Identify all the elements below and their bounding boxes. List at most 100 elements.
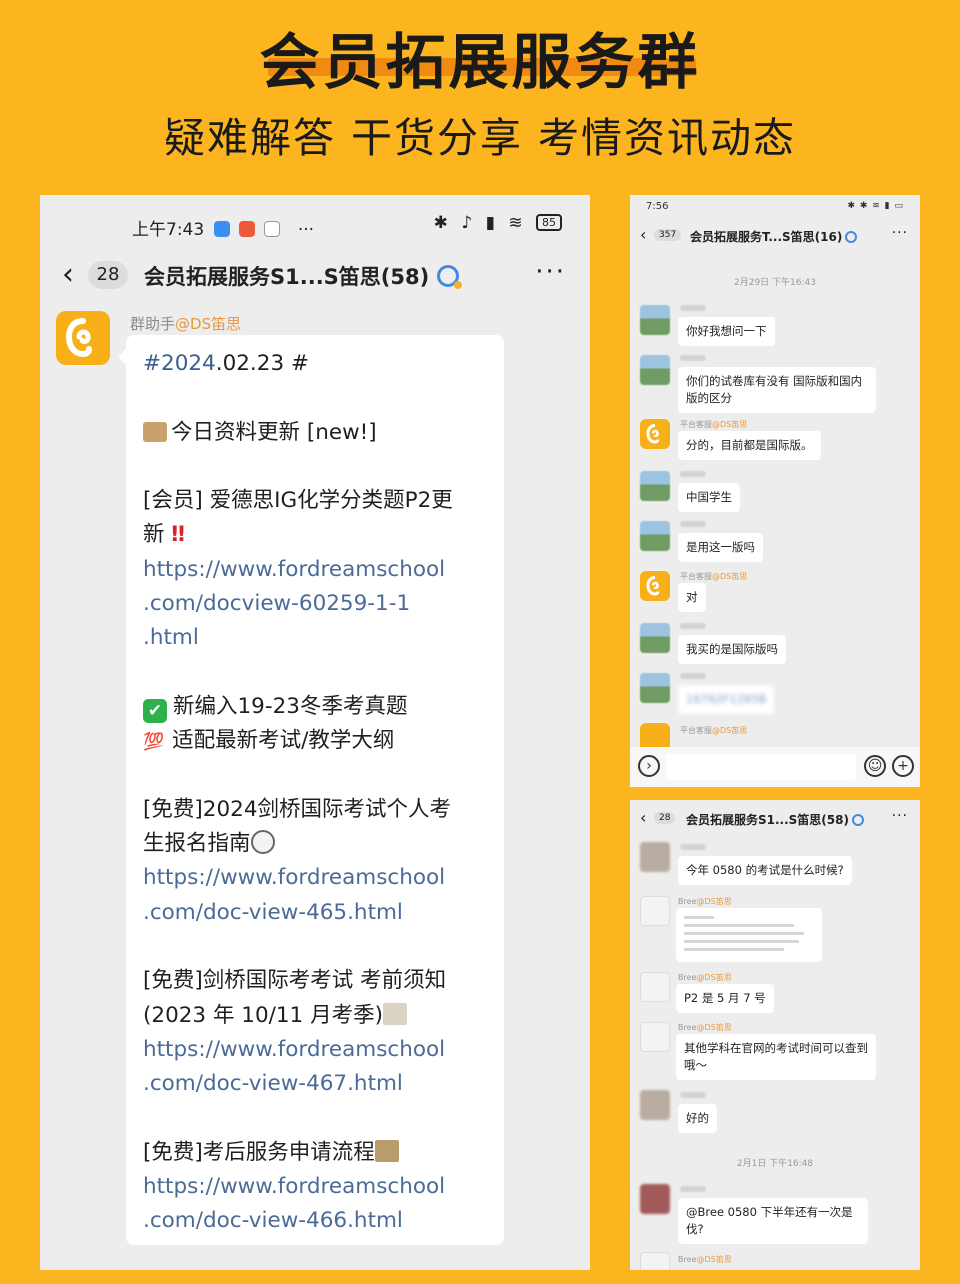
- app-notification-icon: [239, 221, 255, 237]
- item-title: [免费]考后服务申请流程: [143, 1136, 490, 1170]
- sender-name: Bree@DS笛思: [678, 973, 732, 982]
- wifi-icon: ≋: [508, 213, 527, 233]
- unread-badge: 28: [88, 261, 128, 289]
- avatar[interactable]: [640, 972, 670, 1002]
- avatar[interactable]: [640, 896, 670, 926]
- group-search-icon[interactable]: [845, 231, 858, 243]
- back-icon[interactable]: ‹: [640, 808, 646, 827]
- item-title: [免费]2024剑桥国际考试个人考: [143, 796, 451, 822]
- message-bubble[interactable]: 我买的是国际版吗: [678, 635, 786, 664]
- item-title: [会员] 爱德思IG化学分类题P2更: [143, 488, 453, 514]
- emoji-icon[interactable]: ☺: [864, 755, 886, 777]
- item-title: 生报名指南: [143, 827, 490, 861]
- update-title: 今日资料更新 [new!]: [143, 416, 490, 450]
- sender-name: [680, 623, 706, 629]
- chat-header: ‹ 28 会员拓展服务S1...S笛思(58) ···: [630, 806, 920, 830]
- avatar[interactable]: [56, 311, 110, 365]
- item-link[interactable]: .com/doc-view-466.html: [143, 1204, 490, 1238]
- plus-icon[interactable]: +: [892, 755, 914, 777]
- unread-badge: 28: [654, 812, 676, 824]
- message-bubble[interactable]: 是用这一版吗: [678, 533, 763, 562]
- status-icons: ✱ ♪ ▮ ≋ 85: [434, 213, 562, 233]
- bluetooth-icon: ✱: [433, 213, 452, 233]
- date-divider: 2月1日 下午16:48: [736, 1159, 814, 1169]
- avatar[interactable]: [640, 355, 670, 385]
- signal-icon: ▮: [485, 213, 499, 233]
- box-icon: [143, 421, 167, 442]
- avatar[interactable]: [640, 842, 670, 872]
- item-link[interactable]: .html: [143, 621, 490, 655]
- status-more-icon: ···: [297, 220, 315, 240]
- item-link[interactable]: .com/doc-view-465.html: [143, 896, 490, 930]
- status-time: 上午7:43 ···: [132, 220, 315, 240]
- avatar[interactable]: [640, 1022, 670, 1052]
- sender-name: [680, 305, 706, 311]
- sender-name: [680, 521, 706, 527]
- message-bubble[interactable]: #2024.02.23 # 今日资料更新 [new!] [会员] 爱德思IG化学…: [118, 335, 504, 1245]
- item-link[interactable]: https://www.fordreamschool: [143, 1033, 490, 1067]
- avatar[interactable]: [640, 419, 670, 449]
- sender-name: 平台客服@DS笛思: [680, 572, 748, 581]
- message-bubble[interactable]: 今年 0580 的考试是什么时候?: [678, 856, 852, 885]
- battery-icon: 85: [536, 214, 562, 231]
- avatar[interactable]: [640, 305, 670, 335]
- scroll-icon: [374, 1139, 399, 1162]
- message-bubble[interactable]: 你们的试卷库有没有 国际版和国内版的区分: [678, 367, 876, 413]
- sender-name: 群助手@DS笛思: [130, 315, 242, 333]
- ds-logo-icon: [65, 318, 92, 358]
- status-bar: 上午7:43 ··· ✱ ♪ ▮ ≋ 85: [40, 207, 590, 243]
- ds-logo-icon: [646, 424, 660, 444]
- more-options-icon[interactable]: ···: [892, 808, 908, 824]
- support-chat-screenshot: 7:56 ✱ ✱ ≋ ▮ ▭ ‹ 357 会员拓展服务T...S笛思(16) ·…: [630, 195, 920, 787]
- item-title: (2023 年 10/11 月考季): [143, 999, 490, 1033]
- message-bubble[interactable]: 对: [678, 583, 706, 612]
- page-title: 会员拓展服务群: [259, 28, 701, 98]
- more-options-icon[interactable]: ···: [892, 225, 908, 241]
- compass-icon: [250, 830, 275, 855]
- chat-title: 会员拓展服务S1...S笛思(58): [144, 261, 463, 291]
- item-link[interactable]: https://www.fordreamschool: [143, 1170, 490, 1204]
- message-bubble[interactable]: @Bree 0580 下半年还有一次是伐?: [678, 1198, 868, 1244]
- item-link[interactable]: https://www.fordreamschool: [143, 553, 490, 587]
- message-bubble[interactable]: 中国学生: [678, 483, 740, 512]
- qa-chat-screenshot: ‹ 28 会员拓展服务S1...S笛思(58) ··· 今年 0580 的考试是…: [630, 800, 920, 1270]
- back-icon[interactable]: ‹: [640, 225, 646, 244]
- back-icon[interactable]: ‹: [62, 257, 74, 292]
- avatar[interactable]: [640, 521, 670, 551]
- group-search-icon[interactable]: [437, 265, 463, 289]
- feature-line: ✔ 新编入19-23冬季考真题: [143, 690, 490, 724]
- avatar[interactable]: [640, 623, 670, 653]
- more-options-icon[interactable]: ···: [535, 257, 566, 287]
- message-bubble[interactable]: 你好我想问一下: [678, 317, 775, 346]
- item-link[interactable]: https://www.fordreamschool: [143, 861, 490, 895]
- avatar[interactable]: [640, 1184, 670, 1214]
- item-title: [免费]剑桥国际考考试 考前须知: [143, 968, 447, 994]
- avatar[interactable]: [640, 1252, 670, 1270]
- message-bubble[interactable]: 分的，目前都是国际版。: [678, 431, 821, 460]
- avatar[interactable]: [640, 673, 670, 703]
- avatar[interactable]: [640, 471, 670, 501]
- message-bubble[interactable]: 其他学科在官网的考试时间可以查到哦～: [676, 1034, 876, 1080]
- avatar[interactable]: [640, 571, 670, 601]
- message-bubble[interactable]: 16762F1285B: [678, 685, 775, 714]
- sender-name: [680, 471, 706, 477]
- message-bubble[interactable]: P2 是 5 月 7 号: [676, 984, 774, 1013]
- image-attachment[interactable]: [676, 908, 822, 962]
- message-input[interactable]: [666, 754, 856, 780]
- sender-name: Bree@DS笛思: [678, 897, 732, 906]
- avatar[interactable]: [640, 1090, 670, 1120]
- voice-icon[interactable]: ›: [638, 755, 660, 777]
- sender-name: [680, 844, 706, 850]
- app-notification-icon: [213, 221, 230, 237]
- unread-badge: 357: [654, 229, 682, 241]
- exclamation-icon: ‼: [171, 522, 185, 548]
- item-link[interactable]: .com/docview-60259-1-1: [143, 587, 490, 621]
- item-link[interactable]: .com/doc-view-467.html: [143, 1067, 490, 1101]
- sender-name: Bree@DS笛思: [678, 1255, 732, 1264]
- sender-name: 平台客服@DS笛思: [680, 726, 748, 735]
- sender-name: [680, 1092, 706, 1098]
- message-bubble[interactable]: 好的: [678, 1104, 717, 1133]
- group-search-icon[interactable]: [851, 814, 864, 826]
- message-date-tag: #2024.02.23 #: [143, 351, 309, 376]
- hundred-icon: 💯: [143, 732, 165, 753]
